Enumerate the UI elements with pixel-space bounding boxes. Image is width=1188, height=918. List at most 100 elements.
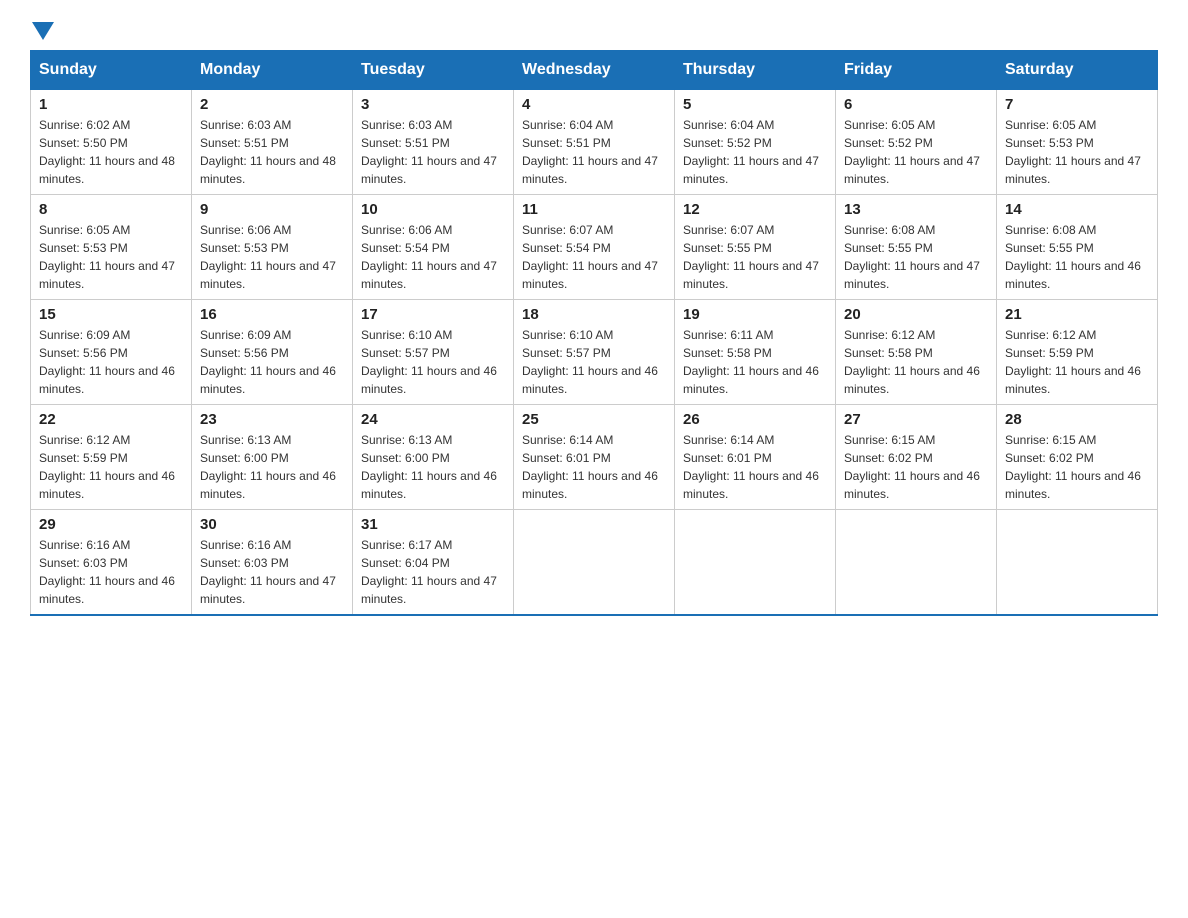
day-info: Sunrise: 6:14 AM Sunset: 6:01 PM Dayligh…: [683, 431, 827, 503]
sunrise-label: Sunrise: 6:04 AM: [522, 118, 613, 132]
table-row: 27 Sunrise: 6:15 AM Sunset: 6:02 PM Dayl…: [836, 405, 997, 510]
table-row: 8 Sunrise: 6:05 AM Sunset: 5:53 PM Dayli…: [31, 195, 192, 300]
day-number: 28: [1005, 411, 1149, 428]
day-number: 20: [844, 306, 988, 323]
day-number: 14: [1005, 201, 1149, 218]
table-row: [997, 510, 1158, 616]
day-number: 18: [522, 306, 666, 323]
daylight-label: Daylight: 11 hours and 47 minutes.: [683, 154, 819, 186]
sunrise-label: Sunrise: 6:05 AM: [1005, 118, 1096, 132]
logo: [30, 20, 54, 40]
daylight-label: Daylight: 11 hours and 47 minutes.: [39, 259, 175, 291]
daylight-label: Daylight: 11 hours and 47 minutes.: [200, 259, 336, 291]
sunrise-label: Sunrise: 6:08 AM: [1005, 223, 1096, 237]
day-number: 30: [200, 516, 344, 533]
sunset-label: Sunset: 5:53 PM: [1005, 136, 1094, 150]
sunset-label: Sunset: 5:55 PM: [1005, 241, 1094, 255]
day-info: Sunrise: 6:08 AM Sunset: 5:55 PM Dayligh…: [844, 221, 988, 293]
day-number: 15: [39, 306, 183, 323]
daylight-label: Daylight: 11 hours and 46 minutes.: [844, 469, 980, 501]
day-number: 10: [361, 201, 505, 218]
table-row: [514, 510, 675, 616]
logo-triangle-icon: [32, 22, 54, 40]
day-info: Sunrise: 6:06 AM Sunset: 5:53 PM Dayligh…: [200, 221, 344, 293]
day-info: Sunrise: 6:14 AM Sunset: 6:01 PM Dayligh…: [522, 431, 666, 503]
day-info: Sunrise: 6:15 AM Sunset: 6:02 PM Dayligh…: [844, 431, 988, 503]
day-info: Sunrise: 6:08 AM Sunset: 5:55 PM Dayligh…: [1005, 221, 1149, 293]
table-row: 6 Sunrise: 6:05 AM Sunset: 5:52 PM Dayli…: [836, 90, 997, 195]
weekday-header-sunday: Sunday: [31, 51, 192, 90]
table-row: 12 Sunrise: 6:07 AM Sunset: 5:55 PM Dayl…: [675, 195, 836, 300]
table-row: 17 Sunrise: 6:10 AM Sunset: 5:57 PM Dayl…: [353, 300, 514, 405]
sunrise-label: Sunrise: 6:14 AM: [522, 433, 613, 447]
day-number: 22: [39, 411, 183, 428]
day-number: 1: [39, 96, 183, 113]
weekday-header-row: SundayMondayTuesdayWednesdayThursdayFrid…: [31, 51, 1158, 90]
daylight-label: Daylight: 11 hours and 47 minutes.: [844, 154, 980, 186]
sunrise-label: Sunrise: 6:14 AM: [683, 433, 774, 447]
sunset-label: Sunset: 5:52 PM: [844, 136, 933, 150]
daylight-label: Daylight: 11 hours and 47 minutes.: [200, 574, 336, 606]
calendar-week-4: 22 Sunrise: 6:12 AM Sunset: 5:59 PM Dayl…: [31, 405, 1158, 510]
sunset-label: Sunset: 6:04 PM: [361, 556, 450, 570]
sunset-label: Sunset: 5:52 PM: [683, 136, 772, 150]
day-info: Sunrise: 6:05 AM Sunset: 5:53 PM Dayligh…: [1005, 116, 1149, 188]
day-info: Sunrise: 6:07 AM Sunset: 5:54 PM Dayligh…: [522, 221, 666, 293]
table-row: 4 Sunrise: 6:04 AM Sunset: 5:51 PM Dayli…: [514, 90, 675, 195]
day-number: 8: [39, 201, 183, 218]
weekday-header-monday: Monday: [192, 51, 353, 90]
sunrise-label: Sunrise: 6:16 AM: [200, 538, 291, 552]
table-row: 26 Sunrise: 6:14 AM Sunset: 6:01 PM Dayl…: [675, 405, 836, 510]
daylight-label: Daylight: 11 hours and 47 minutes.: [522, 154, 658, 186]
table-row: 10 Sunrise: 6:06 AM Sunset: 5:54 PM Dayl…: [353, 195, 514, 300]
day-info: Sunrise: 6:12 AM Sunset: 5:59 PM Dayligh…: [39, 431, 183, 503]
sunset-label: Sunset: 5:53 PM: [39, 241, 128, 255]
sunset-label: Sunset: 6:01 PM: [683, 451, 772, 465]
table-row: 5 Sunrise: 6:04 AM Sunset: 5:52 PM Dayli…: [675, 90, 836, 195]
sunset-label: Sunset: 5:55 PM: [844, 241, 933, 255]
sunset-label: Sunset: 6:03 PM: [200, 556, 289, 570]
calendar-week-1: 1 Sunrise: 6:02 AM Sunset: 5:50 PM Dayli…: [31, 90, 1158, 195]
day-info: Sunrise: 6:04 AM Sunset: 5:52 PM Dayligh…: [683, 116, 827, 188]
sunrise-label: Sunrise: 6:15 AM: [844, 433, 935, 447]
sunset-label: Sunset: 5:56 PM: [39, 346, 128, 360]
calendar-week-5: 29 Sunrise: 6:16 AM Sunset: 6:03 PM Dayl…: [31, 510, 1158, 616]
table-row: 9 Sunrise: 6:06 AM Sunset: 5:53 PM Dayli…: [192, 195, 353, 300]
sunrise-label: Sunrise: 6:12 AM: [844, 328, 935, 342]
sunrise-label: Sunrise: 6:12 AM: [39, 433, 130, 447]
sunrise-label: Sunrise: 6:12 AM: [1005, 328, 1096, 342]
table-row: 24 Sunrise: 6:13 AM Sunset: 6:00 PM Dayl…: [353, 405, 514, 510]
sunset-label: Sunset: 6:00 PM: [361, 451, 450, 465]
day-number: 27: [844, 411, 988, 428]
sunset-label: Sunset: 5:56 PM: [200, 346, 289, 360]
day-number: 17: [361, 306, 505, 323]
daylight-label: Daylight: 11 hours and 46 minutes.: [361, 364, 497, 396]
daylight-label: Daylight: 11 hours and 48 minutes.: [39, 154, 175, 186]
table-row: 14 Sunrise: 6:08 AM Sunset: 5:55 PM Dayl…: [997, 195, 1158, 300]
table-row: [836, 510, 997, 616]
sunset-label: Sunset: 6:01 PM: [522, 451, 611, 465]
sunrise-label: Sunrise: 6:16 AM: [39, 538, 130, 552]
weekday-header-saturday: Saturday: [997, 51, 1158, 90]
daylight-label: Daylight: 11 hours and 46 minutes.: [39, 469, 175, 501]
sunset-label: Sunset: 6:02 PM: [1005, 451, 1094, 465]
sunrise-label: Sunrise: 6:03 AM: [200, 118, 291, 132]
sunset-label: Sunset: 5:58 PM: [844, 346, 933, 360]
day-number: 23: [200, 411, 344, 428]
day-info: Sunrise: 6:03 AM Sunset: 5:51 PM Dayligh…: [200, 116, 344, 188]
calendar-table: SundayMondayTuesdayWednesdayThursdayFrid…: [30, 50, 1158, 616]
day-number: 9: [200, 201, 344, 218]
table-row: 19 Sunrise: 6:11 AM Sunset: 5:58 PM Dayl…: [675, 300, 836, 405]
table-row: 20 Sunrise: 6:12 AM Sunset: 5:58 PM Dayl…: [836, 300, 997, 405]
day-info: Sunrise: 6:16 AM Sunset: 6:03 PM Dayligh…: [200, 536, 344, 608]
day-info: Sunrise: 6:06 AM Sunset: 5:54 PM Dayligh…: [361, 221, 505, 293]
day-info: Sunrise: 6:15 AM Sunset: 6:02 PM Dayligh…: [1005, 431, 1149, 503]
calendar-week-3: 15 Sunrise: 6:09 AM Sunset: 5:56 PM Dayl…: [31, 300, 1158, 405]
sunset-label: Sunset: 6:02 PM: [844, 451, 933, 465]
day-info: Sunrise: 6:12 AM Sunset: 5:59 PM Dayligh…: [1005, 326, 1149, 398]
weekday-header-wednesday: Wednesday: [514, 51, 675, 90]
sunrise-label: Sunrise: 6:06 AM: [200, 223, 291, 237]
sunset-label: Sunset: 5:59 PM: [1005, 346, 1094, 360]
sunset-label: Sunset: 6:03 PM: [39, 556, 128, 570]
table-row: 29 Sunrise: 6:16 AM Sunset: 6:03 PM Dayl…: [31, 510, 192, 616]
